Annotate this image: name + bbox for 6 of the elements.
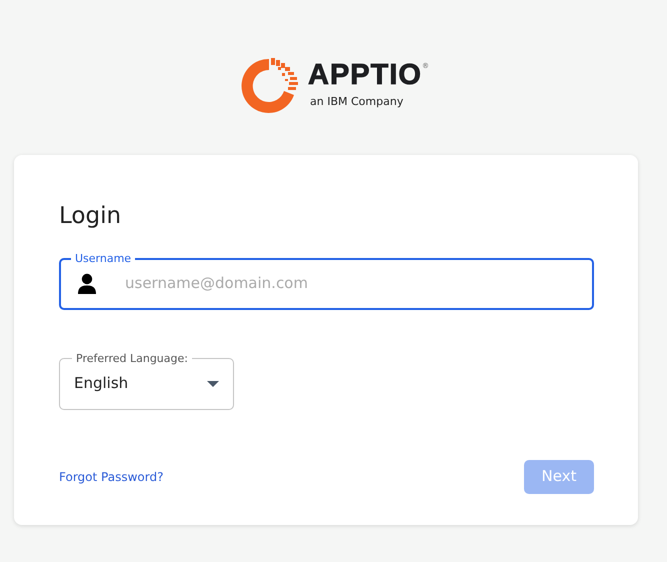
user-icon	[77, 272, 97, 294]
logo-wordmark: APPTIO	[308, 61, 422, 90]
logo-tagline: an IBM Company	[310, 94, 404, 110]
login-title: Login	[59, 202, 122, 231]
dropdown-caret-icon	[207, 380, 219, 386]
forgot-password-link[interactable]: Forgot Password?	[59, 468, 164, 486]
